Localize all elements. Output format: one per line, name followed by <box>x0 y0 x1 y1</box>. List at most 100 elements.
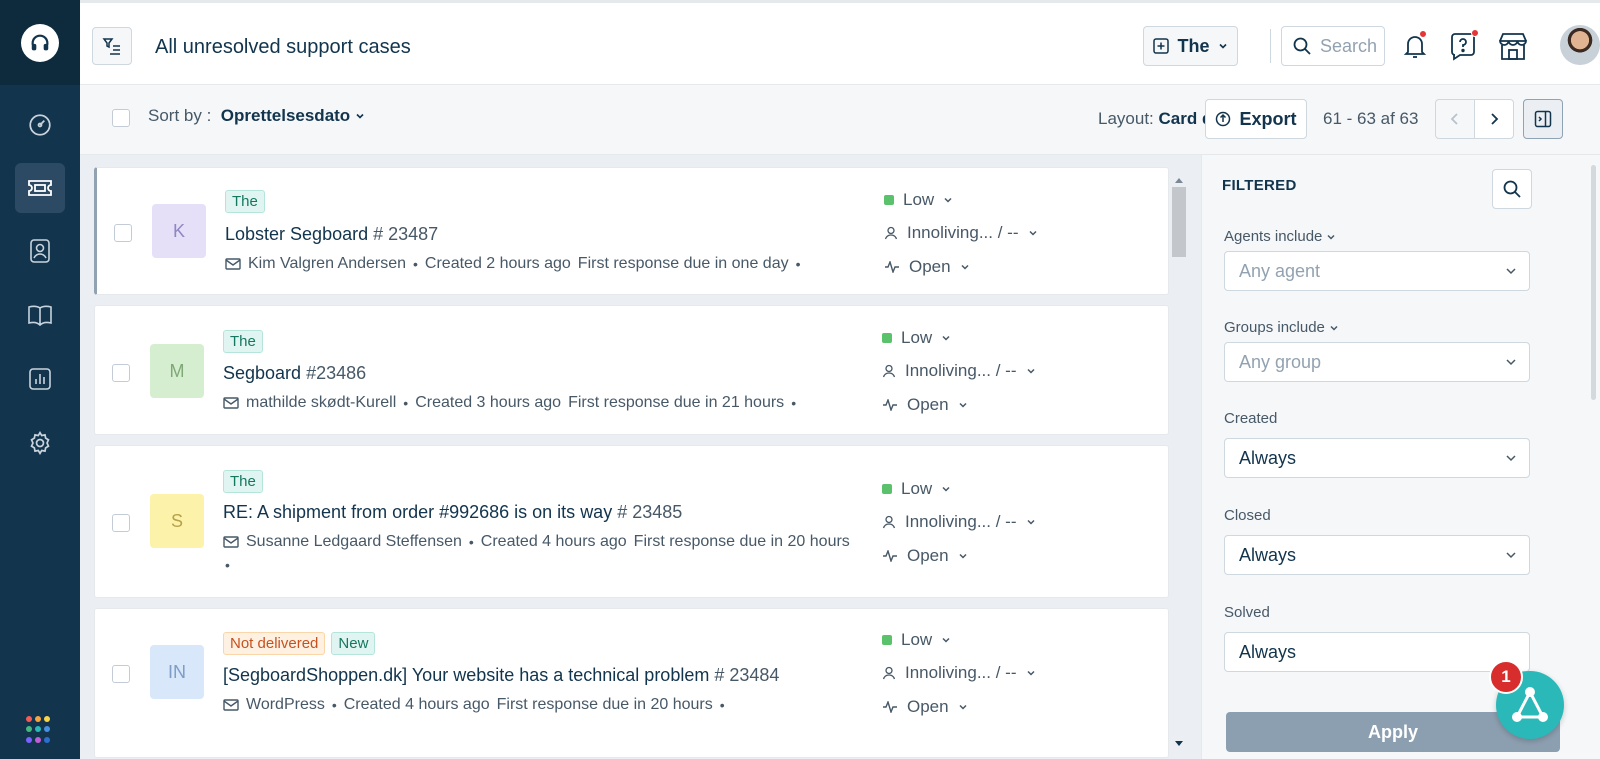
ticket-meta: Kim Valgren Andersen • Created 2 hours ag… <box>225 255 801 273</box>
notifications-bell-icon[interactable] <box>1397 28 1433 64</box>
created-select[interactable]: Always <box>1224 438 1530 478</box>
first-response-due: First response due in 20 hours <box>496 696 713 713</box>
views-menu-button[interactable] <box>92 27 132 65</box>
contacts-icon[interactable] <box>15 226 65 276</box>
priority-dropdown[interactable]: Low <box>884 190 953 210</box>
status-dropdown[interactable]: Open <box>884 257 970 277</box>
sort-by-label: Sort by : <box>148 106 212 125</box>
ticket-subject[interactable]: Segboard #23486 <box>223 363 366 384</box>
ticket-subject[interactable]: RE: A shipment from order #992686 is on … <box>223 502 682 523</box>
assignee-dropdown[interactable]: Innoliving... / -- <box>884 223 1038 243</box>
solved-select[interactable]: Always <box>1224 632 1530 672</box>
toggle-filter-panel-button[interactable] <box>1523 99 1563 139</box>
settings-gear-icon[interactable] <box>15 418 65 468</box>
requester-name[interactable]: WordPress <box>246 696 325 714</box>
closed-value: Always <box>1239 544 1297 565</box>
app-switcher-icon[interactable] <box>26 716 54 744</box>
solved-value: Always <box>1239 641 1297 662</box>
status-value: Open <box>907 546 949 565</box>
priority-low-indicator <box>882 333 892 343</box>
ticket-list: K The Lobster Segboard # 23487 Kim Valgr… <box>80 155 1201 759</box>
priority-low-indicator <box>882 635 892 645</box>
priority-dropdown[interactable]: Low <box>882 328 951 348</box>
search-placeholder: Search <box>1320 35 1378 56</box>
ticket-card[interactable]: IN Not delivered New [SegboardShoppen.dk… <box>94 608 1169 758</box>
chevron-right-icon <box>1491 113 1499 125</box>
chevron-down-icon <box>1026 368 1035 374</box>
chevron-down-icon <box>944 197 952 203</box>
list-scrollbar-thumb[interactable] <box>1172 187 1186 257</box>
ticket-subject[interactable]: [SegboardShoppen.dk] Your website has a … <box>223 665 779 686</box>
groups-include-label[interactable]: Groups include <box>1224 319 1339 336</box>
ticket-checkbox[interactable] <box>112 514 130 532</box>
priority-dropdown[interactable]: Low <box>882 479 951 499</box>
tickets-icon[interactable] <box>15 163 65 213</box>
marketplace-store-icon[interactable] <box>1495 28 1531 64</box>
requester-name[interactable]: Susanne Ledgaard Steffensen <box>246 533 462 551</box>
agent-icon <box>884 226 898 240</box>
ticket-checkbox[interactable] <box>112 364 130 382</box>
plus-square-icon <box>1153 38 1170 54</box>
email-icon <box>223 536 239 548</box>
priority-low-indicator <box>882 484 892 494</box>
header-divider <box>1270 29 1271 63</box>
requester-name[interactable]: Kim Valgren Andersen <box>248 255 406 273</box>
next-page-button[interactable] <box>1474 99 1514 139</box>
agents-select[interactable]: Any agent <box>1224 251 1530 291</box>
sort-by-dropdown[interactable]: Sort by : Oprettelsesdato <box>148 106 365 126</box>
notification-dot <box>1419 30 1427 38</box>
groups-select[interactable]: Any group <box>1224 342 1530 382</box>
ticket-subject[interactable]: Lobster Segboard # 23487 <box>225 224 438 245</box>
assignee-value: Innoliving... / -- <box>905 512 1017 531</box>
new-button[interactable]: The <box>1143 26 1238 66</box>
page-title: All unresolved support cases <box>155 36 411 58</box>
created-time: Created 4 hours ago <box>343 696 490 713</box>
ticket-card[interactable]: M The Segboard #23486 mathilde skødt-Kur… <box>94 305 1169 435</box>
chevron-down-icon <box>942 637 950 643</box>
ticket-checkbox[interactable] <box>114 224 132 242</box>
status-dropdown[interactable]: Open <box>882 546 968 566</box>
filter-panel-scrollbar[interactable] <box>1591 165 1596 400</box>
ticket-tag: The <box>223 470 263 493</box>
requester-name[interactable]: mathilde skødt-Kurell <box>246 394 396 412</box>
app-logo-area <box>0 0 80 85</box>
filter-list-icon <box>102 38 120 55</box>
user-avatar[interactable] <box>1560 25 1600 65</box>
ticket-meta: Susanne Ledgaard Steffensen • Created 4 h… <box>223 533 850 551</box>
chevron-down-icon <box>1026 670 1035 676</box>
email-icon <box>223 397 239 409</box>
filter-search-button[interactable] <box>1492 169 1532 209</box>
ticket-card[interactable]: S The RE: A shipment from order #992686 … <box>94 445 1169 598</box>
agents-include-label[interactable]: Agents include <box>1224 228 1336 245</box>
status-dropdown[interactable]: Open <box>882 395 968 415</box>
help-icon[interactable] <box>1445 28 1481 64</box>
assignee-dropdown[interactable]: Innoliving... / -- <box>882 361 1036 381</box>
status-dropdown[interactable]: Open <box>882 697 968 717</box>
priority-dropdown[interactable]: Low <box>882 630 951 650</box>
chevron-down-icon <box>1028 230 1037 236</box>
ticket-checkbox[interactable] <box>112 665 130 683</box>
previous-page-button[interactable] <box>1435 99 1475 139</box>
closed-select[interactable]: Always <box>1224 535 1530 575</box>
requester-avatar: S <box>150 494 204 548</box>
export-label: Export <box>1239 108 1297 129</box>
dashboard-icon[interactable] <box>15 100 65 150</box>
email-icon <box>223 699 239 711</box>
headset-logo-icon[interactable] <box>21 23 59 62</box>
activity-icon <box>885 261 899 273</box>
knowledge-base-icon[interactable] <box>15 290 65 340</box>
reports-icon[interactable] <box>15 354 65 404</box>
search-input[interactable]: Search <box>1281 26 1385 66</box>
sidebar-panel-icon <box>1534 110 1552 128</box>
ticket-card[interactable]: K The Lobster Segboard # 23487 Kim Valgr… <box>94 167 1169 295</box>
select-all-checkbox[interactable] <box>112 109 130 127</box>
pagination-text: 61 - 63 af 63 <box>1323 109 1419 128</box>
export-button[interactable]: Export <box>1205 99 1307 139</box>
widget-notification-badge: 1 <box>1489 660 1523 694</box>
assignee-dropdown[interactable]: Innoliving... / -- <box>882 512 1036 532</box>
ticket-tag: Not delivered <box>223 632 326 655</box>
chevron-down-icon <box>1218 43 1227 49</box>
status-value: Open <box>909 257 951 276</box>
assignee-dropdown[interactable]: Innoliving... / -- <box>882 663 1036 683</box>
filter-panel: FILTERED Agents include Any agent Groups… <box>1201 155 1600 759</box>
